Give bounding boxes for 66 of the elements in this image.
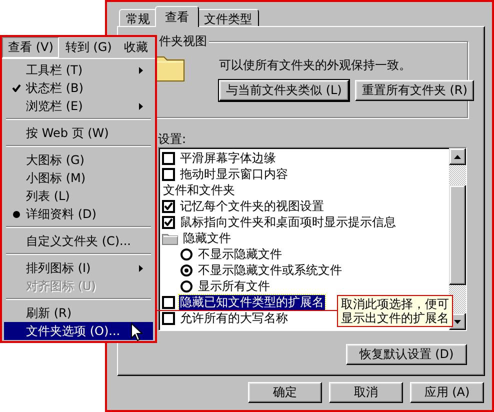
setting-label[interactable]: 鼠标指向文件夹和桌面项时显示提示信息: [179, 214, 397, 230]
group-title: 件夹视图: [157, 34, 209, 48]
menu-item[interactable]: 自定义文件夹 (C)...: [4, 232, 153, 250]
dialog-button[interactable]: 应用 (A): [410, 382, 484, 403]
mouse-cursor-icon: [131, 323, 143, 342]
tooltip: 取消此项选择，便可显示出文件的扩展名: [337, 295, 453, 327]
menu-item-label: 大图标 (G): [26, 152, 84, 168]
description-text: 可以使所有文件夹的外观保持一致。: [219, 57, 411, 74]
menu-item-label: 浏览栏 (E): [26, 98, 83, 114]
restore-defaults-button[interactable]: 恢复默认设置 (D): [346, 344, 467, 365]
menu-item-label: 详细资料 (D): [26, 206, 96, 222]
menu-item[interactable]: 浏览栏 (E): [4, 97, 153, 115]
setting-label[interactable]: 显示所有文件: [197, 278, 271, 294]
menu-item[interactable]: 列表 (L): [4, 187, 153, 205]
dialog-button[interactable]: 确定: [248, 382, 322, 403]
checkbox[interactable]: [162, 200, 175, 212]
menu-item[interactable]: 文件夹选项 (O)...: [4, 322, 153, 340]
menu-item-label: 文件夹选项 (O)...: [26, 322, 120, 340]
setting-label[interactable]: 拖动时显示窗口内容: [179, 166, 289, 182]
folder-view-button[interactable]: 重置所有文件夹 (R): [354, 80, 474, 101]
menu-item[interactable]: 排列图标 (I): [4, 259, 153, 277]
settings-label: 设置:: [158, 132, 188, 146]
setting-label[interactable]: 隐藏已知文件类型的扩展名: [179, 294, 325, 310]
menu-item[interactable]: 按 Web 页 (W): [4, 124, 153, 142]
scroll-up-button[interactable]: [449, 148, 466, 165]
checkbox[interactable]: [162, 216, 175, 228]
menu-item[interactable]: 状态栏 (B): [4, 79, 153, 97]
setting-label[interactable]: 平滑屏幕字体边缘: [179, 150, 277, 166]
menu-item[interactable]: 刷新 (R): [4, 304, 153, 322]
menubar-item[interactable]: 查看 (V): [2, 37, 60, 58]
checkbox[interactable]: [162, 152, 175, 164]
menubar-item[interactable]: 转到 (G): [59, 37, 118, 58]
checkbox[interactable]: [162, 168, 175, 180]
menu-item-label: 排列图标 (I): [26, 260, 91, 276]
menu-item-label: 状态栏 (B): [26, 80, 84, 96]
scrollbar-thumb[interactable]: [449, 185, 466, 285]
up-arrow-icon: [454, 154, 461, 158]
menu-item[interactable]: 详细资料 (D): [4, 205, 153, 223]
setting-label[interactable]: 记忆每个文件夹的视图设置: [179, 198, 325, 214]
menu-item-label: 列表 (L): [26, 188, 70, 204]
radio-button[interactable]: [180, 280, 193, 292]
menu-item-label: 自定义文件夹 (C)...: [26, 232, 131, 250]
setting-label[interactable]: 允许所有的大写名称: [179, 310, 289, 326]
radio-button[interactable]: [180, 248, 193, 260]
radio-button[interactable]: [180, 264, 193, 276]
menu-item-label: 按 Web 页 (W): [26, 124, 109, 142]
menu-item[interactable]: 小图标 (M): [4, 169, 153, 187]
menubar-item[interactable]: 收藏: [118, 37, 154, 58]
checkbox[interactable]: [162, 296, 175, 308]
menu-item[interactable]: 工具栏 (T): [4, 61, 153, 79]
folder-icon: [162, 232, 178, 244]
menu-item-label: 对齐图标 (U): [26, 278, 96, 294]
menu-item-label: 小图标 (M): [26, 170, 86, 186]
dialog-button[interactable]: 取消: [329, 382, 403, 403]
setting-label[interactable]: 不显示隐藏文件或系统文件: [197, 262, 343, 278]
setting-label[interactable]: 隐藏文件: [182, 230, 232, 246]
down-arrow-icon: [454, 320, 461, 324]
checkbox[interactable]: [162, 312, 175, 324]
setting-label[interactable]: 不显示隐藏文件: [197, 246, 283, 262]
tab[interactable]: 查看: [155, 6, 199, 27]
setting-label: 文件和文件夹: [162, 182, 236, 198]
menu-item-label: 工具栏 (T): [26, 62, 83, 78]
tab[interactable]: 文件类型: [197, 9, 259, 27]
folder-view-button[interactable]: 与当前文件夹类似 (L): [219, 80, 349, 101]
menu-item-label: 刷新 (R): [26, 304, 72, 322]
menu-item[interactable]: 大图标 (G): [4, 151, 153, 169]
